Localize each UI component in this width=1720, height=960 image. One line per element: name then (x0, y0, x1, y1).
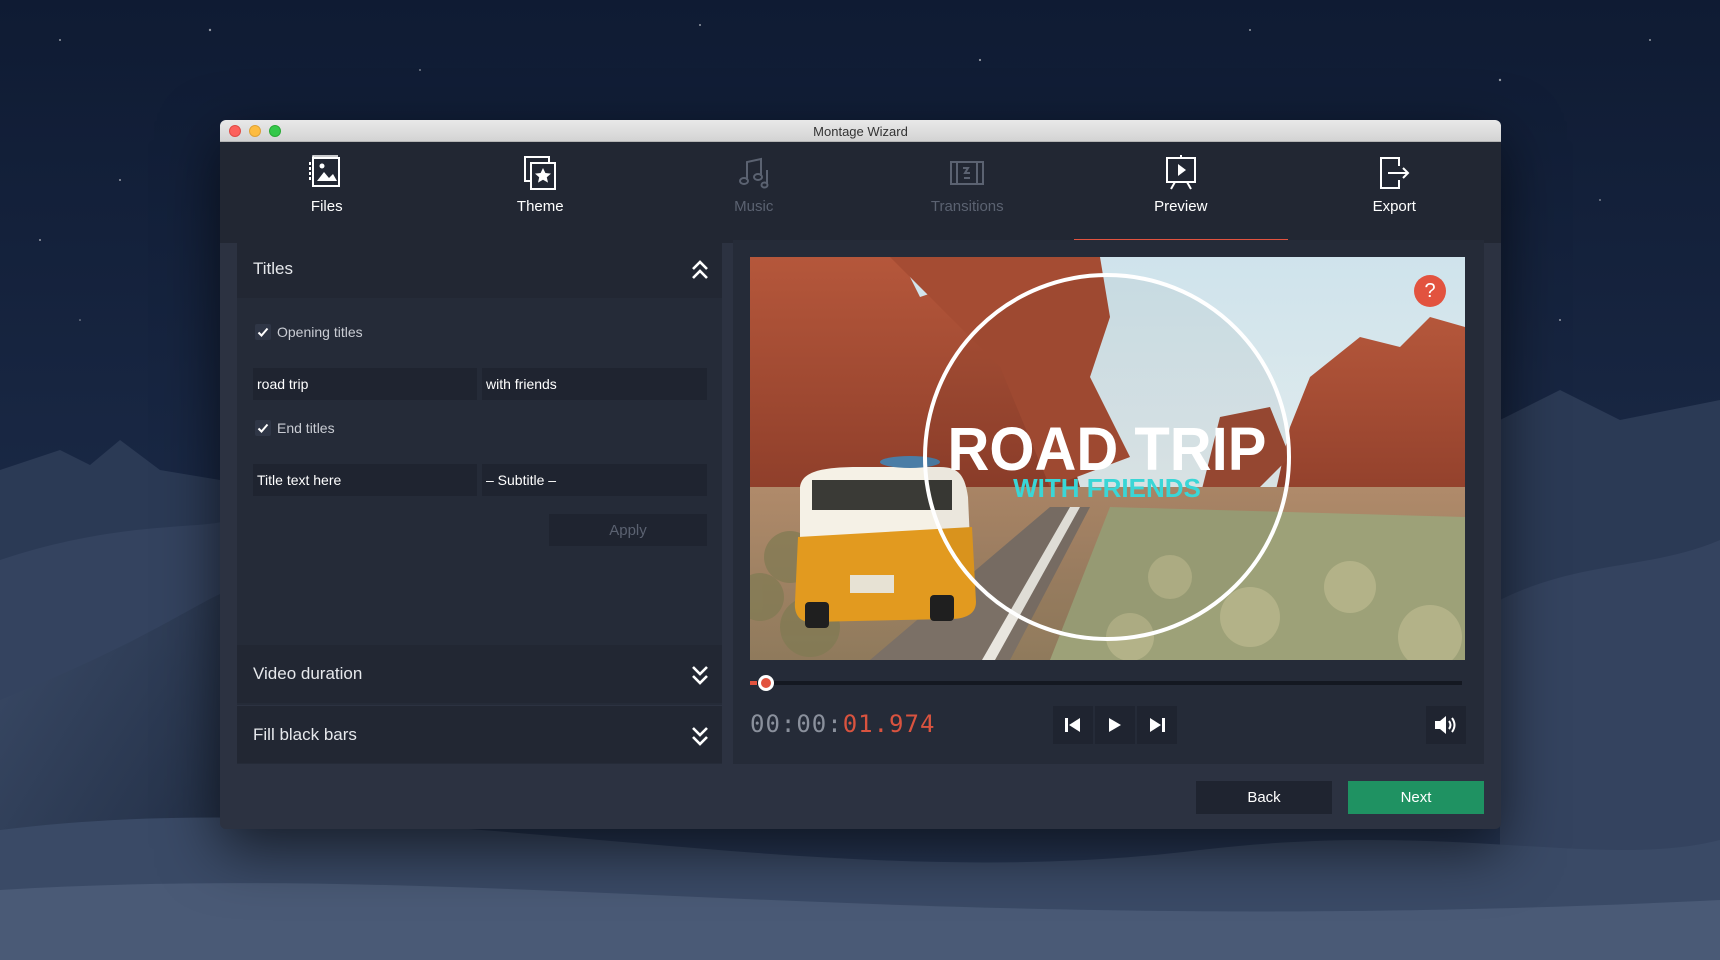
timecode-hours-minutes: 00:00: (750, 710, 843, 738)
play-button[interactable] (1095, 706, 1135, 744)
end-titles-toggle[interactable]: End titles (255, 420, 335, 436)
tab-files[interactable]: Files (220, 142, 434, 243)
help-button[interactable]: ? (1414, 275, 1446, 307)
window-title: Montage Wizard (813, 124, 908, 139)
overlay-subtitle-text: WITH FRIENDS (1013, 473, 1201, 503)
video-duration-title: Video duration (253, 664, 363, 683)
progress-fill (750, 681, 758, 685)
skip-back-icon (1065, 718, 1080, 732)
tab-transitions-label: Transitions (930, 198, 1004, 215)
theme-icon (524, 156, 557, 190)
opening-titles-checkbox[interactable] (255, 324, 271, 340)
playhead-knob[interactable] (758, 675, 774, 691)
titles-section-title: Titles (253, 259, 293, 278)
next-button[interactable]: Next (1348, 781, 1484, 814)
fill-black-bars-section-header[interactable]: Fill black bars (237, 705, 722, 763)
tab-music[interactable]: Music (647, 142, 861, 243)
tab-preview[interactable]: Preview (1074, 142, 1288, 243)
apply-button[interactable]: Apply (549, 514, 707, 546)
opening-subtitle-input[interactable] (482, 368, 707, 400)
title-bar: Montage Wizard (220, 120, 1501, 142)
opening-titles-toggle[interactable]: Opening titles (255, 324, 363, 340)
fill-black-bars-title: Fill black bars (253, 724, 357, 744)
timecode-display: 00:00:01.974 (750, 710, 935, 738)
checkmark-icon (257, 423, 269, 433)
wizard-step-nav: Files Theme Music Transitions Preview Ex… (220, 142, 1501, 243)
skip-forward-button[interactable] (1137, 706, 1177, 744)
collapse-chevron-icon[interactable] (690, 259, 710, 281)
checkmark-icon (257, 327, 269, 337)
back-button[interactable]: Back (1196, 781, 1332, 814)
end-titles-label: End titles (277, 420, 335, 436)
tab-theme-label: Theme (516, 198, 564, 215)
montage-wizard-window: Montage Wizard Files Theme Music Transit… (220, 120, 1501, 829)
opening-titles-label: Opening titles (277, 324, 363, 340)
volume-icon (1435, 716, 1456, 734)
skip-forward-icon (1150, 718, 1165, 732)
timecode-seconds: 01.974 (842, 710, 936, 738)
tab-files-label: Files (310, 198, 343, 215)
end-titles-checkbox[interactable] (255, 420, 271, 436)
tab-transitions[interactable]: Transitions (861, 142, 1075, 243)
playback-progress-bar[interactable] (750, 681, 1462, 685)
video-duration-section-header[interactable]: Video duration (237, 645, 722, 703)
expand-chevron-icon[interactable] (690, 725, 710, 747)
tab-export[interactable]: Export (1288, 142, 1502, 243)
titles-section-header[interactable]: Titles (237, 240, 722, 298)
preview-panel: ROAD TRIP WITH FRIENDS ? 00:00:01.974 (733, 240, 1484, 764)
preview-icon (1165, 155, 1196, 190)
transitions-icon (950, 161, 985, 185)
skip-back-button[interactable] (1053, 706, 1093, 744)
files-icon (308, 155, 340, 187)
tab-music-label: Music (734, 198, 774, 215)
tab-theme[interactable]: Theme (434, 142, 648, 243)
tab-preview-label: Preview (1154, 198, 1208, 215)
end-subtitle-input[interactable] (482, 464, 707, 496)
export-icon (1380, 157, 1410, 189)
music-icon (738, 157, 769, 189)
tab-export-label: Export (1372, 198, 1416, 215)
settings-panel: Titles Opening titles End titles Apply V… (237, 240, 722, 764)
video-preview[interactable]: ROAD TRIP WITH FRIENDS ? (750, 257, 1465, 660)
end-title-input[interactable] (253, 464, 477, 496)
expand-chevron-icon[interactable] (690, 664, 710, 686)
play-icon (1109, 718, 1121, 732)
opening-title-input[interactable] (253, 368, 477, 400)
volume-button[interactable] (1426, 706, 1466, 744)
video-frame-image: ROAD TRIP WITH FRIENDS (750, 257, 1465, 660)
